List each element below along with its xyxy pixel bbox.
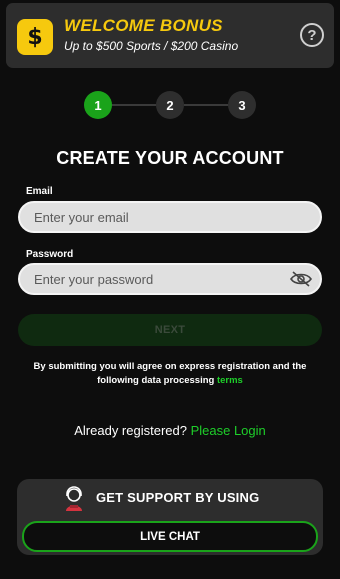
password-field[interactable] [18, 263, 322, 295]
terms-text: By submitting you will agree on express … [33, 361, 307, 386]
page-title: CREATE YOUR ACCOUNT [56, 148, 284, 168]
support-agent-icon [66, 486, 82, 511]
bonus-subtitle: Up to $500 Sports / $200 Casino [64, 39, 239, 53]
step-1: 1 [84, 91, 112, 119]
step-3: 3 [228, 91, 256, 119]
login-prompt-text: Already registered? [74, 423, 187, 438]
bonus-title: WELCOME BONUS [64, 16, 223, 35]
support-title: GET SUPPORT BY USING [96, 490, 260, 505]
dollar-glyph: $ [27, 24, 43, 50]
step-indicator: 1 2 3 [84, 91, 256, 119]
login-prompt: Already registered? Please Login [0, 423, 340, 438]
eye-slash-icon[interactable] [290, 271, 312, 287]
help-icon[interactable]: ? [300, 23, 324, 47]
terms-notice: By submitting you will agree on express … [20, 360, 320, 388]
step-connector [184, 104, 228, 106]
terms-link[interactable]: terms [217, 375, 243, 386]
login-link[interactable]: Please Login [191, 423, 266, 438]
step-2: 2 [156, 91, 184, 119]
email-field[interactable] [18, 201, 322, 233]
support-panel: GET SUPPORT BY USING LIVE CHAT [17, 479, 323, 555]
dollar-icon: $ [17, 19, 53, 55]
password-label: Password [26, 249, 74, 260]
step-connector [112, 104, 156, 106]
email-label: Email [26, 186, 53, 197]
next-button[interactable]: NEXT [18, 314, 322, 346]
welcome-bonus-banner[interactable]: $ WELCOME BONUS Up to $500 Sports / $200… [6, 3, 334, 68]
live-chat-button[interactable]: LIVE CHAT [22, 521, 318, 552]
